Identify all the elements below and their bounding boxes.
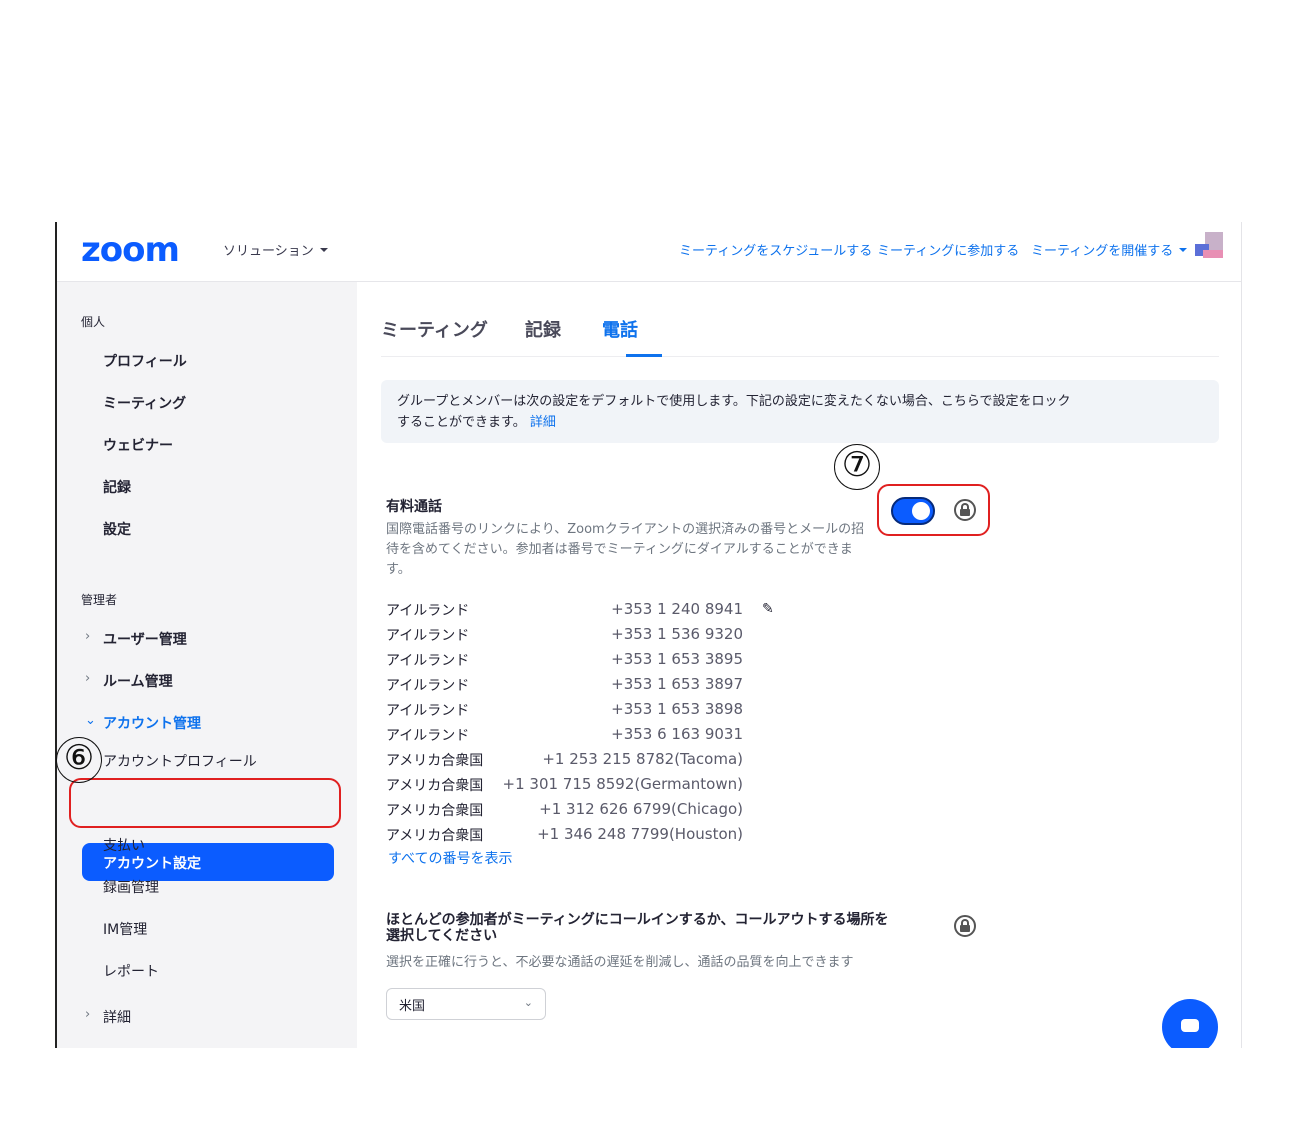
table-row: アメリカ合衆国 +1 312 626 6799(Chicago) bbox=[386, 800, 746, 825]
toll-number: +1 346 248 7799(Houston) bbox=[537, 825, 743, 843]
callin-location-value: 米国 bbox=[399, 999, 426, 1014]
schedule-meeting-link[interactable]: ミーティングをスケジュールする bbox=[679, 240, 872, 259]
table-row: アメリカ合衆国 +1 301 715 8592(Germantown) bbox=[386, 775, 746, 800]
zoom-logo[interactable]: zoom bbox=[81, 230, 180, 270]
callin-title-line-2: 選択してください bbox=[386, 928, 498, 944]
sidebar-item-profile[interactable]: プロフィール bbox=[103, 351, 187, 371]
toll-country: アイルランド bbox=[386, 603, 470, 619]
sidebar-item-recording-management[interactable]: 録画管理 bbox=[103, 877, 159, 897]
toll-number: +1 301 715 8592(Germantown) bbox=[502, 775, 743, 793]
table-row: アイルランド +353 1 653 3898 bbox=[386, 700, 746, 725]
settings-content: ミーティング 記録 電話 グループとメンバーは次の設定をデフォルトで使用します。… bbox=[357, 282, 1241, 1048]
step-6-marker: ⑥ bbox=[56, 737, 102, 783]
solutions-menu[interactable]: ソリューション bbox=[223, 240, 328, 259]
toll-country: アイルランド bbox=[386, 628, 470, 644]
toll-country: アメリカ合衆国 bbox=[386, 803, 484, 819]
toll-number: +353 1 653 3895 bbox=[611, 650, 743, 668]
sidebar-item-account-profile[interactable]: アカウントプロフィール bbox=[103, 751, 257, 771]
toll-country: アイルランド bbox=[386, 653, 470, 669]
table-row: アイルランド +353 1 653 3895 bbox=[386, 650, 746, 675]
chevron-down-icon bbox=[1179, 247, 1188, 252]
notice-line-2: することができます。 bbox=[397, 415, 526, 430]
table-row: アイルランド +353 1 653 3897 bbox=[386, 675, 746, 700]
sidebar-item-user-management[interactable]: ユーザー管理 bbox=[103, 629, 187, 649]
chevron-right-icon: › bbox=[85, 671, 91, 686]
lock-icon[interactable] bbox=[954, 915, 976, 937]
notice-line-2-wrap: することができます。 詳細 bbox=[397, 412, 1203, 433]
toll-country: アイルランド bbox=[386, 728, 470, 744]
toll-country: アメリカ合衆国 bbox=[386, 828, 484, 844]
sidebar-item-recordings[interactable]: 記録 bbox=[103, 477, 131, 497]
callin-location-select[interactable]: 米国 ⌄ bbox=[386, 988, 546, 1020]
settings-tabs: ミーティング 記録 電話 bbox=[381, 282, 1219, 357]
sidebar-item-im-management[interactable]: IM管理 bbox=[103, 919, 147, 939]
toll-number: +353 6 163 9031 bbox=[611, 725, 743, 743]
table-row: アメリカ合衆国 +1 346 248 7799(Houston) bbox=[386, 825, 746, 850]
sidebar-item-webinars[interactable]: ウェビナー bbox=[103, 435, 173, 455]
show-all-numbers-link[interactable]: すべての番号を表示 bbox=[388, 848, 512, 868]
chat-bubble-icon bbox=[1181, 1019, 1199, 1032]
callin-location-title: ほとんどの参加者がミーティングにコールインするか、コールアウトする場所を 選択し… bbox=[386, 912, 888, 944]
callin-title-line-1: ほとんどの参加者がミーティングにコールインするか、コールアウトする場所を bbox=[386, 912, 889, 928]
sidebar-item-billing[interactable]: 支払い bbox=[103, 835, 145, 855]
sidebar-item-reports[interactable]: レポート bbox=[103, 961, 159, 981]
personal-section-label: 個人 bbox=[81, 315, 106, 329]
admin-section-label: 管理者 bbox=[81, 593, 118, 607]
chevron-right-icon: › bbox=[85, 1007, 91, 1022]
host-meeting-menu[interactable]: ミーティングを開催する bbox=[1031, 240, 1188, 259]
sidebar: 個人 プロフィール ミーティング ウェビナー 記録 設定 管理者 › ユーザー管… bbox=[57, 282, 357, 1048]
table-row: アメリカ合衆国 +1 253 215 8782(Tacoma) bbox=[386, 750, 746, 775]
toll-call-title: 有料通話 bbox=[386, 499, 442, 515]
join-meeting-link[interactable]: ミーティングに参加する bbox=[877, 240, 1019, 259]
toll-number: +1 253 215 8782(Tacoma) bbox=[542, 750, 743, 768]
toll-country: アメリカ合衆国 bbox=[386, 778, 484, 794]
tab-recording[interactable]: 記録 bbox=[525, 316, 561, 342]
zoom-settings-window: zoom ソリューション ミーティングをスケジュールする ミーティングに参加する… bbox=[55, 222, 1242, 1048]
host-meeting-label: ミーティングを開催する bbox=[1031, 244, 1174, 259]
sidebar-item-room-management[interactable]: ルーム管理 bbox=[103, 671, 173, 691]
toll-number: +353 1 240 8941 bbox=[611, 600, 743, 618]
table-row: アイルランド +353 6 163 9031 bbox=[386, 725, 746, 750]
toll-call-description: 国際電話番号のリンクにより、Zoomクライアントの選択済みの番号とメールの招待を… bbox=[386, 522, 865, 577]
table-row: アイルランド +353 1 240 8941 bbox=[386, 600, 746, 625]
solutions-label: ソリューション bbox=[223, 244, 314, 259]
chevron-right-icon: › bbox=[85, 629, 91, 644]
sidebar-item-account-management[interactable]: アカウント管理 bbox=[103, 713, 201, 733]
toll-number: +1 312 626 6799(Chicago) bbox=[539, 800, 743, 818]
toll-country: アイルランド bbox=[386, 678, 470, 694]
active-tab-indicator bbox=[626, 354, 662, 357]
toll-country: アイルランド bbox=[386, 703, 470, 719]
sidebar-item-settings[interactable]: 設定 bbox=[103, 519, 131, 539]
info-notice: グループとメンバーは次の設定をデフォルトで使用します。下記の設定に変えたくない場… bbox=[381, 380, 1219, 443]
callin-location-description: 選択を正確に行うと、不必要な通話の遅延を削減し、通話の品質を向上できます bbox=[386, 955, 854, 970]
sidebar-item-details[interactable]: 詳細 bbox=[103, 1007, 131, 1027]
highlight-toll-toggle bbox=[877, 484, 990, 536]
edit-pencil-icon[interactable]: ✎ bbox=[762, 601, 774, 617]
chevron-down-icon: ⌄ bbox=[85, 713, 96, 728]
toll-number: +353 1 536 9320 bbox=[611, 625, 743, 643]
highlight-account-settings bbox=[69, 778, 341, 828]
avatar[interactable] bbox=[1195, 232, 1227, 260]
chevron-down-icon: ⌄ bbox=[523, 996, 533, 1009]
tab-phone[interactable]: 電話 bbox=[602, 316, 638, 342]
tab-meeting[interactable]: ミーティング bbox=[381, 316, 488, 342]
step-7-marker: ⑦ bbox=[834, 444, 880, 490]
toll-number: +353 1 653 3897 bbox=[611, 675, 743, 693]
chat-button[interactable] bbox=[1162, 999, 1218, 1048]
toll-number: +353 1 653 3898 bbox=[611, 700, 743, 718]
top-header: zoom ソリューション ミーティングをスケジュールする ミーティングに参加する… bbox=[57, 222, 1241, 282]
toll-country: アメリカ合衆国 bbox=[386, 753, 484, 769]
sidebar-item-meetings[interactable]: ミーティング bbox=[103, 393, 186, 413]
chevron-down-icon bbox=[319, 247, 328, 252]
notice-line-1: グループとメンバーは次の設定をデフォルトで使用します。下記の設定に変えたくない場… bbox=[397, 394, 1071, 409]
table-row: アイルランド +353 1 536 9320 bbox=[386, 625, 746, 650]
notice-details-link[interactable]: 詳細 bbox=[530, 415, 556, 430]
